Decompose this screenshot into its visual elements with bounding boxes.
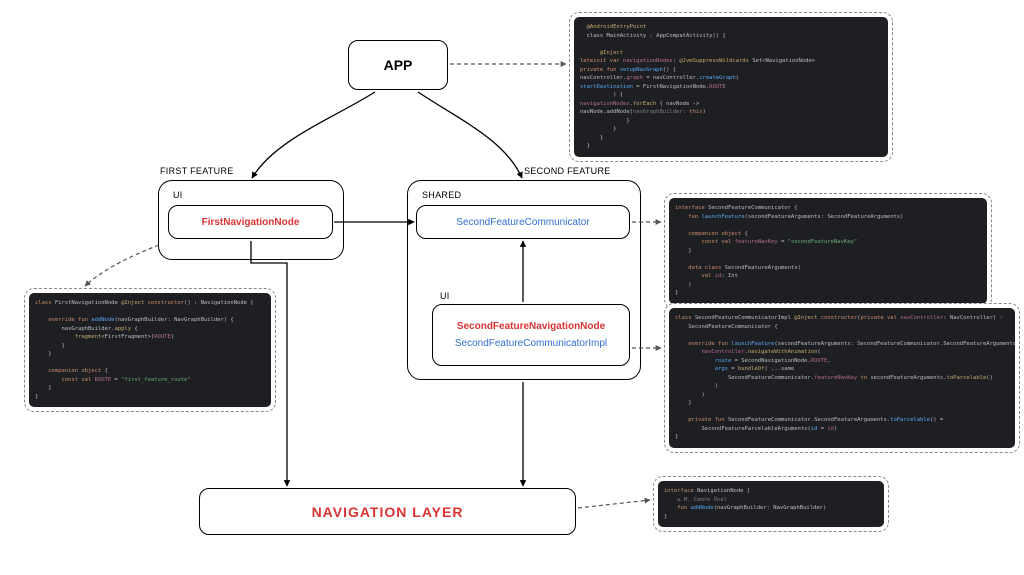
second-ui-box: SecondFeatureNavigationNode SecondFeatur… bbox=[432, 304, 630, 366]
app-box: APP bbox=[348, 40, 448, 90]
second-ui-label: UI bbox=[440, 291, 450, 301]
code-tip-sfc-impl: class SecondFeatureCommunicatorImpl @Inj… bbox=[664, 303, 1020, 453]
nav-layer-text: NAVIGATION LAYER bbox=[312, 504, 464, 520]
first-feature-label: FIRST FEATURE bbox=[160, 166, 234, 176]
code-tip-app: @AndroidEntryPoint class MainActivity : … bbox=[569, 12, 893, 162]
code-nav-node: interface NavigationNode { ± M. Cemre Ün… bbox=[658, 481, 884, 527]
code-app: @AndroidEntryPoint class MainActivity : … bbox=[574, 17, 888, 157]
sfnn-text: SecondFeatureNavigationNode bbox=[457, 321, 605, 332]
code-sfc-impl: class SecondFeatureCommunicatorImpl @Inj… bbox=[669, 308, 1015, 448]
nav-layer-box: NAVIGATION LAYER bbox=[199, 488, 576, 535]
first-ui-label: UI bbox=[173, 190, 183, 200]
first-nav-node-box: FirstNavigationNode bbox=[168, 205, 333, 239]
second-feature-label: SECOND FEATURE bbox=[524, 166, 611, 176]
code-first-nav: class FirstNavigationNode @Inject constr… bbox=[29, 293, 271, 407]
code-tip-sfc: interface SecondFeatureCommunicator { fu… bbox=[664, 193, 992, 309]
code-tip-first-nav: class FirstNavigationNode @Inject constr… bbox=[24, 288, 276, 412]
code-tip-nav-node: interface NavigationNode { ± M. Cemre Ün… bbox=[653, 476, 889, 532]
code-sfc: interface SecondFeatureCommunicator { fu… bbox=[669, 198, 987, 304]
second-feature-communicator-box: SecondFeatureCommunicator bbox=[416, 205, 630, 239]
app-label: APP bbox=[384, 57, 413, 73]
shared-label: SHARED bbox=[422, 190, 461, 200]
sfci-text: SecondFeatureCommunicatorImpl bbox=[455, 338, 607, 349]
first-nav-node-text: FirstNavigationNode bbox=[202, 217, 300, 228]
sfc-text: SecondFeatureCommunicator bbox=[456, 217, 589, 228]
